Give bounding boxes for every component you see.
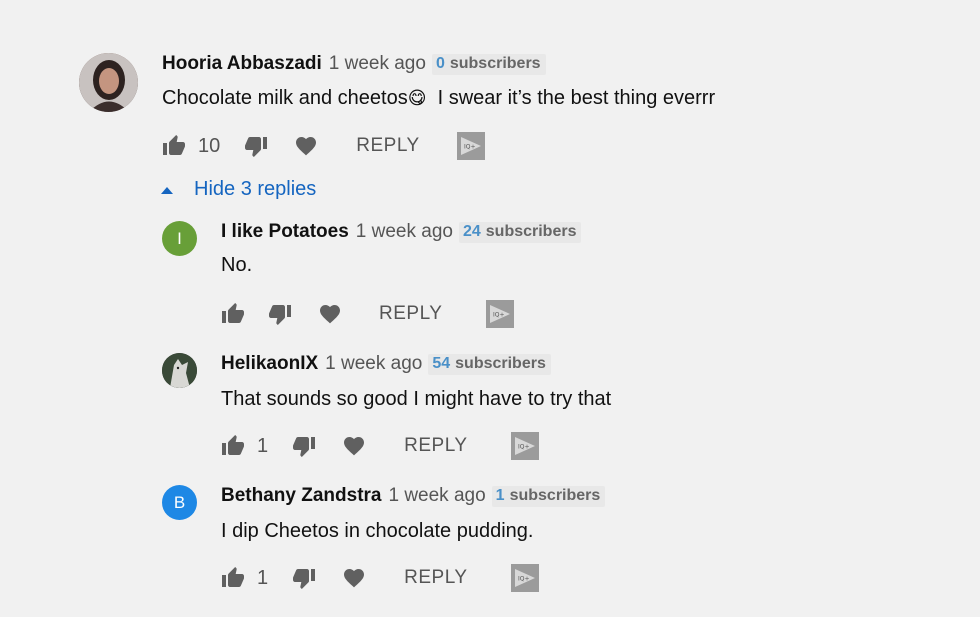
like-count: 1: [257, 434, 269, 457]
caret-up-icon: [161, 186, 173, 194]
comment-text: I dip Cheetos in chocolate pudding.: [221, 520, 534, 542]
subscriber-count: 54: [432, 354, 451, 372]
profile-photo-icon: [79, 53, 138, 112]
comment-timestamp[interactable]: 1 week ago: [388, 485, 485, 507]
comment-author[interactable]: Hooria Abbaszadi: [162, 53, 322, 75]
comment-text: That sounds so good I might have to try …: [221, 388, 612, 410]
avatar-letter: B: [173, 492, 186, 512]
avatar[interactable]: I: [162, 221, 197, 256]
heart-icon[interactable]: [318, 302, 342, 326]
reply-button[interactable]: REPLY: [404, 435, 467, 457]
subscriber-badge: 1 subscribers: [491, 485, 606, 507]
iq-plus-label: IQ+: [518, 444, 530, 451]
avatar[interactable]: [162, 353, 197, 388]
comment-author[interactable]: Bethany Zandstra: [221, 485, 381, 507]
reply-button[interactable]: REPLY: [356, 135, 419, 157]
subscriber-badge: 54 subscribers: [428, 353, 551, 375]
subscriber-label: subscribers: [455, 354, 546, 372]
heart-icon[interactable]: [342, 434, 366, 458]
thumbs-up-icon[interactable]: [221, 302, 245, 326]
subscriber-count: 24: [462, 222, 481, 240]
thumbs-up-icon[interactable]: [221, 566, 245, 590]
iq-plus-icon[interactable]: IQ+: [510, 432, 539, 460]
iq-plus-label: IQ+: [518, 576, 530, 583]
subscriber-count: 1: [495, 486, 505, 504]
subscriber-label: subscribers: [485, 222, 577, 240]
avatar-letter: I: [177, 228, 182, 248]
comment-timestamp[interactable]: 1 week ago: [325, 353, 422, 375]
comment-text-part: I swear it’s the best thing everrr: [426, 87, 716, 109]
reply-button[interactable]: REPLY: [379, 303, 442, 325]
heart-icon[interactable]: [294, 134, 318, 158]
thumbs-down-icon[interactable]: [244, 134, 268, 158]
iq-plus-icon[interactable]: IQ+: [456, 132, 485, 160]
iq-plus-icon[interactable]: IQ+: [510, 564, 539, 592]
like-count: 10: [198, 134, 221, 157]
iq-plus-label: IQ+: [464, 144, 476, 151]
thumbs-up-icon[interactable]: [221, 434, 245, 458]
wolf-profile-photo-icon: [162, 353, 197, 388]
iq-plus-label: IQ+: [493, 312, 505, 319]
hide-replies-label: Hide 3 replies: [194, 178, 317, 200]
subscriber-count: 0: [435, 54, 445, 72]
comment-text-part: Chocolate milk and cheetos: [162, 87, 408, 109]
subscriber-badge: 24 subscribers: [458, 221, 582, 243]
subscriber-label: subscribers: [449, 54, 541, 72]
subscriber-label: subscribers: [509, 486, 601, 504]
thumbs-down-icon[interactable]: [292, 434, 316, 458]
avatar[interactable]: B: [162, 485, 197, 520]
subscriber-badge: 0 subscribers: [431, 53, 546, 75]
iq-plus-icon[interactable]: IQ+: [486, 300, 515, 328]
comment-author[interactable]: I like Potatoes: [221, 221, 349, 243]
comment-timestamp[interactable]: 1 week ago: [356, 221, 453, 243]
thumbs-down-icon[interactable]: [292, 566, 316, 590]
yum-emoji-icon: 😋: [407, 88, 427, 108]
comment-text: No.: [221, 254, 253, 276]
avatar[interactable]: [79, 53, 138, 112]
comment-timestamp[interactable]: 1 week ago: [329, 53, 426, 75]
comment-text: Chocolate milk and cheetos😋 I swear it’s…: [162, 87, 715, 110]
thumbs-up-icon[interactable]: [162, 134, 186, 158]
heart-icon[interactable]: [342, 566, 366, 590]
thumbs-down-icon[interactable]: [268, 302, 292, 326]
like-count: 1: [257, 566, 269, 589]
reply-button[interactable]: REPLY: [404, 567, 467, 589]
comment-author[interactable]: HelikaonIX: [221, 353, 318, 375]
hide-replies-toggle[interactable]: Hide 3 replies: [161, 178, 316, 201]
